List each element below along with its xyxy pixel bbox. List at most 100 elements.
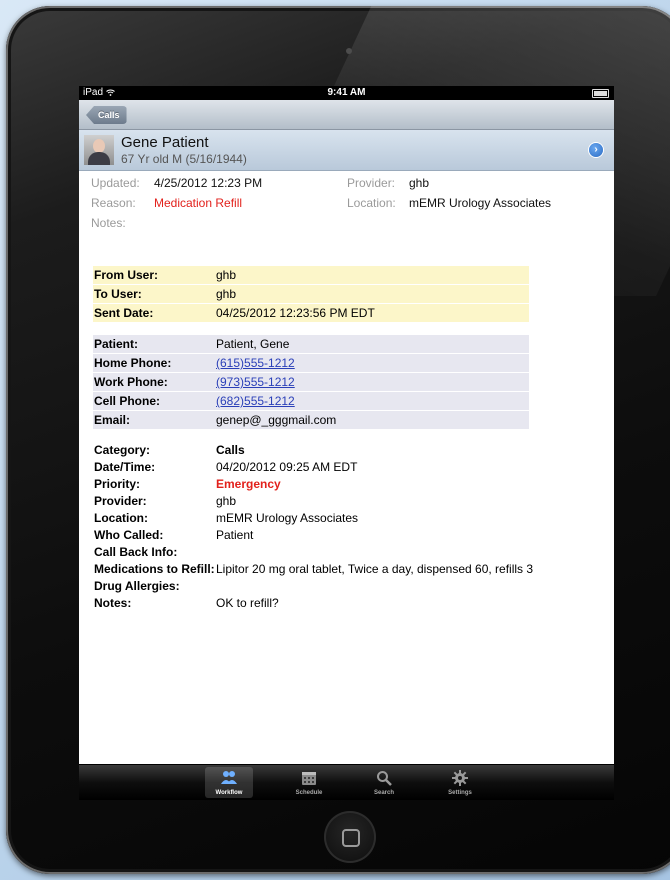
to-user-label: To User: (93, 284, 215, 304)
back-button[interactable]: Calls (86, 106, 127, 124)
tab-schedule-label: Schedule (295, 790, 323, 796)
contact-info-table: Patient: Patient, Gene Home Phone: (615)… (93, 335, 529, 430)
table-row: Priority: Emergency (93, 476, 553, 493)
tab-schedule[interactable]: Schedule (285, 767, 333, 798)
call-details-table: Category: Calls Date/Time: 04/20/2012 09… (93, 442, 553, 612)
tab-search-label: Search (373, 790, 394, 796)
table-row: Work Phone: (973)555-1212 (93, 372, 529, 392)
provider-detail-value: ghb (216, 494, 237, 508)
screen: iPad 9:41 AM Calls Gene Patient 67 Yr ol… (79, 86, 614, 800)
status-time: 9:41 AM (327, 87, 366, 98)
calendar-icon (302, 772, 316, 785)
battery-icon (592, 89, 609, 98)
table-row: Medications to Refill: Lipitor 20 mg ora… (93, 561, 553, 578)
tab-schedule-icon-wrap (285, 767, 333, 787)
patient-header[interactable]: Gene Patient 67 Yr old M (5/16/1944) › (79, 130, 614, 171)
priority-label: Priority: (94, 477, 141, 491)
avatar (84, 135, 114, 165)
home-button[interactable] (324, 811, 376, 863)
table-row: Patient: Patient, Gene (93, 335, 529, 354)
priority-value: Emergency (216, 477, 281, 491)
home-phone-cell: (615)555-1212 (215, 353, 529, 373)
home-phone-link[interactable]: (615)555-1212 (216, 356, 295, 370)
who-called-label: Who Called: (94, 528, 164, 542)
updated-value: 4/25/2012 12:23 PM (154, 176, 263, 190)
datetime-value: 04/20/2012 09:25 AM EDT (216, 460, 358, 474)
tab-settings-label: Settings (448, 790, 472, 796)
location-label: Location: (347, 196, 396, 210)
tab-settings[interactable]: Settings (436, 767, 484, 798)
disclosure-chevron-icon[interactable]: › (589, 143, 603, 157)
medications-value: Lipitor 20 mg oral tablet, Twice a day, … (216, 562, 534, 576)
from-user-label: From User: (93, 266, 215, 285)
table-row: Category: Calls (93, 442, 553, 459)
cell-phone-label: Cell Phone: (93, 391, 215, 411)
call-back-info-value (215, 544, 553, 561)
search-icon (377, 771, 392, 786)
drug-allergies-label: Drug Allergies: (94, 579, 180, 593)
table-row: Sent Date: 04/25/2012 12:23:56 PM EDT (93, 303, 529, 323)
people-icon (221, 771, 237, 784)
provider-detail-label: Provider: (94, 494, 147, 508)
status-bar: iPad 9:41 AM (79, 86, 614, 100)
tab-search[interactable]: Search (360, 767, 408, 798)
gear-icon (452, 770, 468, 786)
reason-value: Medication Refill (154, 196, 243, 210)
avatar-head (93, 139, 105, 153)
home-square-icon (342, 829, 360, 847)
call-detail-content: From User: ghb To User: ghb Sent Date: 0… (93, 266, 533, 612)
camera (346, 48, 352, 54)
updated-label: Updated: (91, 176, 140, 190)
provider-value: ghb (409, 176, 430, 190)
reason-label: Reason: (91, 196, 136, 210)
patient-value: Patient, Gene (215, 335, 529, 354)
patient-label: Patient: (93, 335, 215, 354)
provider-label: Provider: (347, 176, 396, 190)
call-summary: Updated: 4/25/2012 12:23 PM Reason: Medi… (79, 171, 614, 241)
from-user-value: ghb (215, 266, 529, 285)
datetime-label: Date/Time: (94, 460, 156, 474)
cell-phone-link[interactable]: (682)555-1212 (216, 394, 295, 408)
table-row: Cell Phone: (682)555-1212 (93, 391, 529, 411)
message-info-table: From User: ghb To User: ghb Sent Date: 0… (93, 266, 529, 323)
table-row: Date/Time: 04/20/2012 09:25 AM EDT (93, 459, 553, 476)
notes-detail-label: Notes: (94, 596, 132, 610)
tab-settings-icon-wrap (436, 767, 484, 787)
patient-name: Gene Patient (121, 134, 209, 151)
medications-label: Medications to Refill: (94, 562, 215, 576)
drug-allergies-value (215, 578, 553, 595)
category-value: Calls (216, 443, 245, 457)
table-row: Who Called: Patient (93, 527, 553, 544)
navigation-bar: Calls (79, 100, 614, 130)
tab-workflow[interactable]: Workflow (205, 767, 253, 798)
tab-workflow-icon-wrap (205, 767, 253, 787)
table-row: Email: genep@_gggmail.com (93, 410, 529, 430)
table-row: Call Back Info: (93, 544, 553, 561)
table-row: Home Phone: (615)555-1212 (93, 353, 529, 373)
table-row: Location: mEMR Urology Associates (93, 510, 553, 527)
notes-label: Notes: (91, 216, 126, 230)
call-back-info-label: Call Back Info: (94, 545, 178, 559)
table-row: To User: ghb (93, 284, 529, 304)
work-phone-cell: (973)555-1212 (215, 372, 529, 392)
tab-bar: Workflow Schedule Search Settings (79, 764, 614, 800)
cell-phone-cell: (682)555-1212 (215, 391, 529, 411)
work-phone-link[interactable]: (973)555-1212 (216, 375, 295, 389)
table-row: From User: ghb (93, 266, 529, 285)
location-value: mEMR Urology Associates (409, 196, 552, 210)
location-detail-label: Location: (94, 511, 148, 525)
to-user-value: ghb (215, 284, 529, 304)
tab-workflow-label: Workflow (215, 790, 243, 796)
home-phone-label: Home Phone: (93, 353, 215, 373)
notes-detail-value: OK to refill? (216, 596, 279, 610)
patient-demographics: 67 Yr old M (5/16/1944) (121, 152, 247, 166)
email-label: Email: (93, 410, 215, 430)
avatar-body (88, 152, 110, 165)
work-phone-label: Work Phone: (93, 372, 215, 392)
tab-search-icon-wrap (360, 767, 408, 787)
email-value: genep@_gggmail.com (215, 410, 529, 430)
table-row: Notes: OK to refill? (93, 595, 553, 612)
sent-date-value: 04/25/2012 12:23:56 PM EDT (215, 303, 529, 323)
table-row: Provider: ghb (93, 493, 553, 510)
category-label: Category: (94, 443, 151, 457)
